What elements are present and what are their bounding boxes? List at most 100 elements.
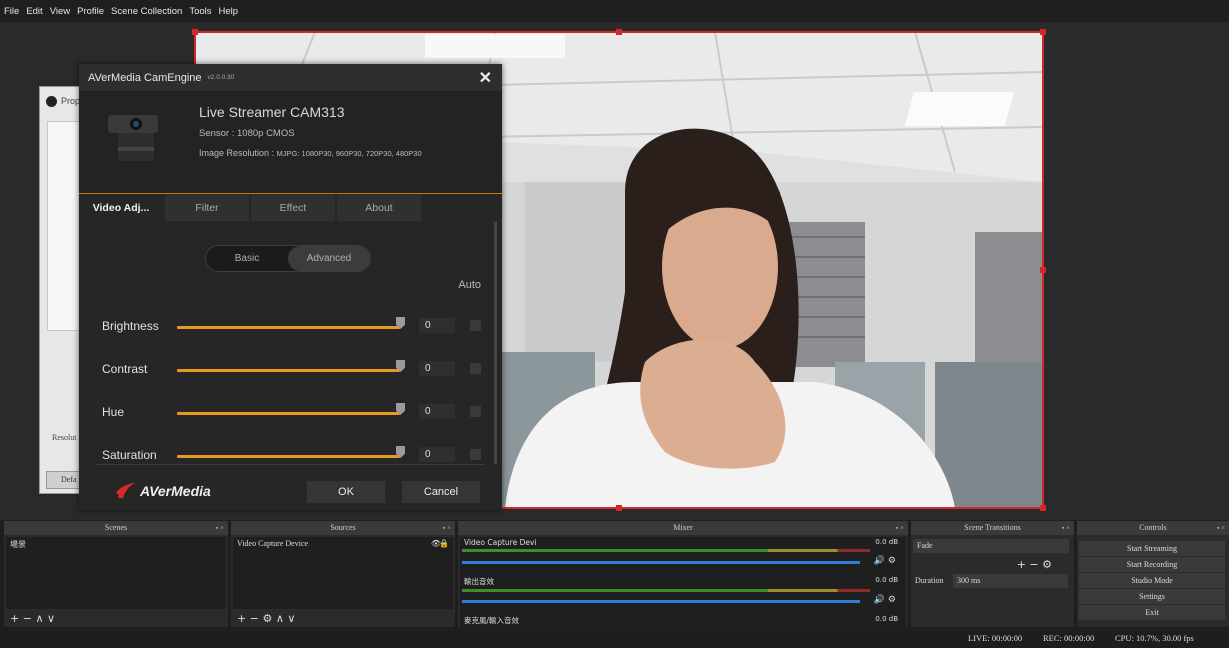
mixer-channel-db: 0.0 dB: [875, 615, 898, 623]
tab-filter[interactable]: Filter: [165, 195, 249, 221]
volume-slider[interactable]: [462, 600, 860, 603]
move-down-icon[interactable]: ∨: [287, 612, 295, 625]
menu-edit[interactable]: Edit: [26, 6, 42, 17]
duration-label: Duration: [915, 576, 944, 585]
lock-icon[interactable]: 🔒: [439, 539, 449, 548]
transition-value: Fade: [917, 541, 933, 550]
menu-help[interactable]: Help: [219, 6, 239, 17]
scenes-title: Scenes: [104, 523, 128, 532]
device-info: Live Streamer CAM313 Sensor : 1080p CMOS…: [79, 91, 502, 194]
move-up-icon[interactable]: ∧: [276, 612, 284, 625]
transitions-dock: Scene Transitions ▪ × Fade + − ⚙ Duration…: [911, 521, 1074, 627]
tab-effect[interactable]: Effect: [251, 195, 335, 221]
volume-slider[interactable]: [462, 561, 860, 564]
transitions-dock-title: Scene Transitions ▪ ×: [911, 521, 1074, 535]
transitions-title: Scene Transitions: [964, 523, 1021, 532]
mixer-dock-title: Mixer ▪ ×: [458, 521, 908, 535]
menu-profile[interactable]: Profile: [77, 6, 104, 17]
dock-controls-icon[interactable]: ▪ ×: [443, 521, 451, 535]
exit-button[interactable]: Exit: [1079, 605, 1225, 620]
properties-title: Prop: [61, 96, 81, 106]
contrast-slider[interactable]: [177, 369, 400, 372]
resize-handle[interactable]: [1040, 29, 1046, 35]
brightness-slider[interactable]: [177, 326, 400, 329]
resize-handle[interactable]: [616, 505, 622, 511]
resize-handle[interactable]: [1040, 505, 1046, 511]
dock-controls-icon[interactable]: ▪ ×: [896, 521, 904, 535]
gear-icon[interactable]: ⚙: [1042, 558, 1052, 571]
hue-auto-checkbox[interactable]: [470, 406, 481, 417]
contrast-row: Contrast 0: [102, 360, 492, 380]
speaker-icon[interactable]: 🔊 ⚙: [874, 595, 896, 605]
brightness-value[interactable]: 0: [419, 318, 455, 333]
mixer-title: Mixer: [673, 523, 693, 532]
mixer-body: Video Capture Devi 0.0 dB 🔊 ⚙ 輸出音效 0.0 d…: [460, 537, 906, 627]
auto-label: Auto: [458, 279, 481, 291]
cancel-button[interactable]: Cancel: [402, 481, 480, 503]
dock-controls-icon[interactable]: ▪ ×: [1217, 521, 1225, 535]
settings-button[interactable]: Settings: [1079, 589, 1225, 604]
webcam-icon: [108, 115, 158, 161]
remove-icon[interactable]: −: [1029, 558, 1038, 571]
mode-basic-button[interactable]: Basic: [206, 246, 288, 271]
menu-view[interactable]: View: [50, 6, 70, 17]
studio-mode-button[interactable]: Studio Mode: [1079, 573, 1225, 588]
controls-dock-title: Controls ▪ ×: [1077, 521, 1229, 535]
move-down-icon[interactable]: ∨: [47, 612, 55, 625]
menu-tools[interactable]: Tools: [189, 6, 211, 17]
contrast-label: Contrast: [102, 362, 148, 376]
move-up-icon[interactable]: ∧: [35, 612, 43, 625]
transition-select[interactable]: Fade: [913, 539, 1069, 553]
add-icon[interactable]: +: [1017, 558, 1026, 571]
start-recording-button[interactable]: Start Recording: [1079, 557, 1225, 572]
remove-icon[interactable]: −: [250, 612, 259, 625]
live-status: LIVE: 00:00:00: [968, 633, 1023, 643]
saturation-label: Saturation: [102, 448, 157, 462]
menu-bar: File Edit View Profile Scene Collection …: [0, 0, 1229, 22]
dock-controls-icon[interactable]: ▪ ×: [216, 521, 224, 535]
menu-file[interactable]: File: [4, 6, 19, 17]
saturation-value[interactable]: 0: [419, 447, 455, 462]
remove-icon[interactable]: −: [23, 612, 32, 625]
brightness-row: Brightness 0: [102, 317, 492, 337]
tab-about[interactable]: About: [337, 195, 421, 221]
scene-item[interactable]: 場景: [10, 539, 222, 550]
start-streaming-button[interactable]: Start Streaming: [1079, 541, 1225, 556]
saturation-slider[interactable]: [177, 455, 400, 458]
camengine-tabs: Video Adj... Filter Effect About: [79, 195, 502, 221]
dock-controls-icon[interactable]: ▪ ×: [1062, 521, 1070, 535]
sources-dock-title: Sources ▪ ×: [231, 521, 455, 535]
avermedia-logo-text: AVerMedia: [140, 483, 211, 499]
sources-title: Sources: [330, 523, 356, 532]
device-resolution: Image Resolution : MJPG: 1080P30, 960P30…: [199, 148, 422, 158]
gear-icon[interactable]: ⚙: [262, 612, 272, 625]
source-item[interactable]: Video Capture Device 👁 🔒: [237, 539, 449, 548]
contrast-value[interactable]: 0: [419, 361, 455, 376]
menu-scene-collection[interactable]: Scene Collection: [111, 6, 182, 17]
hue-slider[interactable]: [177, 412, 400, 415]
contrast-auto-checkbox[interactable]: [470, 363, 481, 374]
source-item-label: Video Capture Device: [237, 539, 309, 548]
resize-handle[interactable]: [192, 29, 198, 35]
scenes-dock: Scenes ▪ × 場景 + − ∧ ∨: [4, 521, 228, 627]
brightness-auto-checkbox[interactable]: [470, 320, 481, 331]
add-icon[interactable]: +: [237, 612, 246, 625]
mode-advanced-button[interactable]: Advanced: [288, 246, 370, 271]
tab-video-adjust[interactable]: Video Adj...: [79, 195, 163, 221]
transition-toolbar: + − ⚙: [1017, 558, 1052, 571]
add-icon[interactable]: +: [10, 612, 19, 625]
audio-meter: [462, 549, 870, 552]
speaker-icon[interactable]: 🔊 ⚙: [874, 556, 896, 566]
mixer-dock: Mixer ▪ × Video Capture Devi 0.0 dB 🔊 ⚙ 輸…: [458, 521, 908, 627]
duration-input[interactable]: 300 ms: [953, 574, 1068, 588]
mode-toggle: Basic Advanced: [205, 245, 371, 272]
ok-button[interactable]: OK: [307, 481, 385, 503]
camengine-window: AVerMedia CamEngine v2.0.0.30 ✕ Live Str…: [79, 64, 502, 510]
resolution-prefix: Image Resolution :: [199, 148, 277, 158]
saturation-auto-checkbox[interactable]: [470, 449, 481, 460]
resize-handle[interactable]: [1040, 267, 1046, 273]
close-icon[interactable]: ✕: [479, 68, 492, 88]
hue-value[interactable]: 0: [419, 404, 455, 419]
camengine-scrollbar[interactable]: [494, 222, 497, 464]
resize-handle[interactable]: [616, 29, 622, 35]
